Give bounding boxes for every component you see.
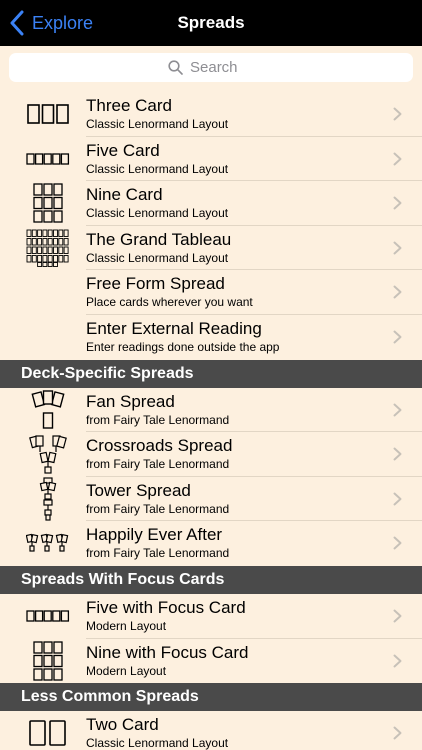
- spread-title: Fan Spread: [86, 391, 175, 411]
- chevron-right-icon: [393, 447, 402, 461]
- spread-title: Tower Spread: [86, 480, 191, 500]
- page-title: Spreads: [177, 13, 245, 32]
- spread-title: The Grand Tableau: [86, 229, 232, 249]
- spread-subtitle: from Fairy Tale Lenormand: [86, 412, 230, 427]
- spread-subtitle: Modern Layout: [86, 663, 167, 678]
- spread-row-two-card[interactable]: Two Card Classic Lenormand Layout: [0, 711, 422, 750]
- search-input[interactable]: [190, 59, 254, 76]
- spread-title: Enter External Reading: [86, 318, 262, 338]
- spread-row-five-with-focus-card[interactable]: Five with Focus Card Modern Layout: [0, 593, 422, 639]
- spread-row-nine-card[interactable]: Nine Card Classic Lenormand Layout: [0, 181, 422, 226]
- spread-subtitle: Classic Lenormand Layout: [86, 250, 229, 265]
- spread-row-tower-spread[interactable]: Tower Spread from Fairy Tale Lenormand: [0, 476, 422, 522]
- section-header: Less Common Spreads: [0, 683, 422, 712]
- happily-ever-after-icon: [18, 521, 78, 565]
- spread-subtitle: Enter readings done outside the app: [86, 339, 280, 354]
- spread-row-free-form-spread[interactable]: Free Form Spread Place cards wherever you…: [0, 270, 422, 315]
- crossroads-spread-icon: [18, 432, 78, 476]
- chevron-right-icon: [393, 726, 402, 740]
- section-header: Deck-Specific Spreads: [0, 359, 422, 388]
- chevron-right-icon: [393, 330, 402, 344]
- spread-subtitle: Classic Lenormand Layout: [86, 161, 229, 176]
- spread-row-five-card[interactable]: Five Card Classic Lenormand Layout: [0, 136, 422, 182]
- spread-subtitle: from Fairy Tale Lenormand: [86, 501, 230, 516]
- spread-subtitle: Modern Layout: [86, 618, 167, 633]
- chevron-right-icon: [393, 536, 402, 550]
- five-card-icon: [18, 594, 78, 638]
- search-icon: [168, 60, 183, 75]
- spread-row-crossroads-spread[interactable]: Crossroads Spread from Fairy Tale Lenorma…: [0, 432, 422, 477]
- fan-spread-icon: [18, 388, 78, 432]
- grand-tableau-icon: [18, 226, 78, 270]
- spread-row-the-grand-tableau[interactable]: The Grand Tableau Classic Lenormand Layou…: [0, 225, 422, 271]
- chevron-right-icon: [393, 403, 402, 417]
- spread-row-fan-spread[interactable]: Fan Spread from Fairy Tale Lenormand: [0, 387, 422, 433]
- spread-title: Nine with Focus Card: [86, 642, 249, 662]
- chevron-right-icon: [393, 492, 402, 506]
- chevron-right-icon: [393, 285, 402, 299]
- five-card-icon: [18, 137, 78, 181]
- spread-title: Two Card: [86, 715, 159, 735]
- nine-card-icon: [18, 639, 78, 683]
- nine-card-icon: [18, 181, 78, 225]
- search-bar: [0, 46, 422, 92]
- spread-title: Free Form Spread: [86, 274, 225, 294]
- chevron-right-icon: [393, 152, 402, 166]
- chevron-right-icon: [393, 609, 402, 623]
- section-header: Spreads With Focus Cards: [0, 565, 422, 594]
- spread-subtitle: Classic Lenormand Layout: [86, 206, 229, 221]
- spread-row-enter-external-reading[interactable]: Enter External Reading Enter readings don…: [0, 314, 422, 360]
- spread-subtitle: Classic Lenormand Layout: [86, 117, 229, 131]
- chevron-right-icon: [393, 107, 402, 121]
- three-card-icon: [18, 92, 78, 136]
- spread-subtitle: Classic Lenormand Layout: [86, 736, 229, 750]
- search-field[interactable]: [9, 53, 413, 82]
- spread-row-happily-ever-after[interactable]: Happily Ever After from Fairy Tale Lenorm…: [0, 521, 422, 566]
- spread-title: Five Card: [86, 140, 160, 160]
- spread-title: Three Card: [86, 96, 172, 115]
- spread-title: Five with Focus Card: [86, 597, 246, 617]
- spread-subtitle: from Fairy Tale Lenormand: [86, 546, 230, 561]
- navigation-bar: Explore Spreads: [0, 0, 422, 46]
- spread-row-nine-with-focus-card[interactable]: Nine with Focus Card Modern Layout: [0, 638, 422, 684]
- chevron-right-icon: [393, 654, 402, 668]
- chevron-right-icon: [393, 241, 402, 255]
- spread-row-three-card[interactable]: Three Card Classic Lenormand Layout: [0, 92, 422, 137]
- spread-title: Crossroads Spread: [86, 436, 233, 456]
- spread-title: Happily Ever After: [86, 525, 223, 545]
- spread-subtitle: Place cards wherever you want: [86, 295, 253, 310]
- spread-title: Nine Card: [86, 185, 163, 205]
- two-card-icon: [18, 711, 78, 750]
- spread-list: Three Card Classic Lenormand Layout Five C…: [0, 92, 422, 750]
- spread-subtitle: from Fairy Tale Lenormand: [86, 457, 230, 472]
- tower-spread-icon: [18, 477, 78, 521]
- chevron-right-icon: [393, 196, 402, 210]
